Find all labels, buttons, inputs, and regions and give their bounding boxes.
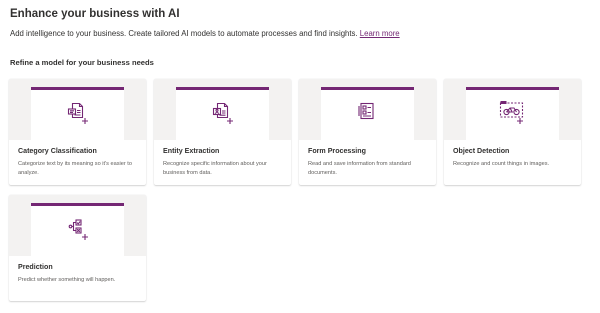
- card-illustration-sheet: [31, 203, 124, 256]
- card-illustration: [444, 79, 581, 140]
- card-title: Entity Extraction: [163, 147, 220, 155]
- card-title: Prediction: [18, 263, 53, 271]
- card-prediction[interactable]: Prediction Predict whether something wil…: [9, 195, 146, 301]
- card-description: Recognize specific information about you…: [163, 161, 267, 176]
- card-description: Predict whether something will happen.: [18, 277, 116, 283]
- card-category-classification[interactable]: Category Classification Categorize text …: [9, 79, 146, 185]
- card-title: Object Detection: [453, 147, 510, 155]
- card-illustration: [9, 195, 146, 256]
- category-classification-icon: [67, 102, 88, 124]
- ai-builder-page: Enhance your business with AI Add intell…: [0, 0, 600, 313]
- page-title: Enhance your business with AI: [10, 8, 180, 20]
- card-illustration-sheet: [176, 87, 269, 140]
- card-illustration-sheet: [321, 87, 414, 140]
- card-illustration-sheet: [466, 87, 559, 140]
- entity-extraction-icon: [212, 102, 233, 124]
- subtitle-text: Add intelligence to your business. Creat…: [10, 29, 358, 38]
- card-description: Categorize text by its meaning so it's e…: [18, 161, 132, 176]
- card-illustration-sheet: [31, 87, 124, 140]
- card-form-processing[interactable]: Form Processing Read and save informatio…: [299, 79, 436, 185]
- card-description: Read and save information from standard …: [308, 161, 411, 176]
- card-object-detection[interactable]: Object Detection Recognize and count thi…: [444, 79, 581, 185]
- section-title: Refine a model for your business needs: [10, 58, 154, 67]
- page-subtitle: Add intelligence to your business. Creat…: [10, 29, 400, 38]
- card-title: Form Processing: [308, 147, 366, 155]
- learn-more-link[interactable]: Learn more: [360, 29, 400, 38]
- prediction-icon: [68, 219, 88, 240]
- card-title: Category Classification: [18, 147, 97, 155]
- card-description: Recognize and count things in images.: [453, 161, 550, 167]
- card-illustration: [299, 79, 436, 140]
- card-illustration: [9, 79, 146, 140]
- form-processing-icon: [358, 102, 374, 120]
- card-illustration: [154, 79, 291, 140]
- card-entity-extraction[interactable]: Entity Extraction Recognize specific inf…: [154, 79, 291, 185]
- object-detection-icon: [499, 101, 524, 124]
